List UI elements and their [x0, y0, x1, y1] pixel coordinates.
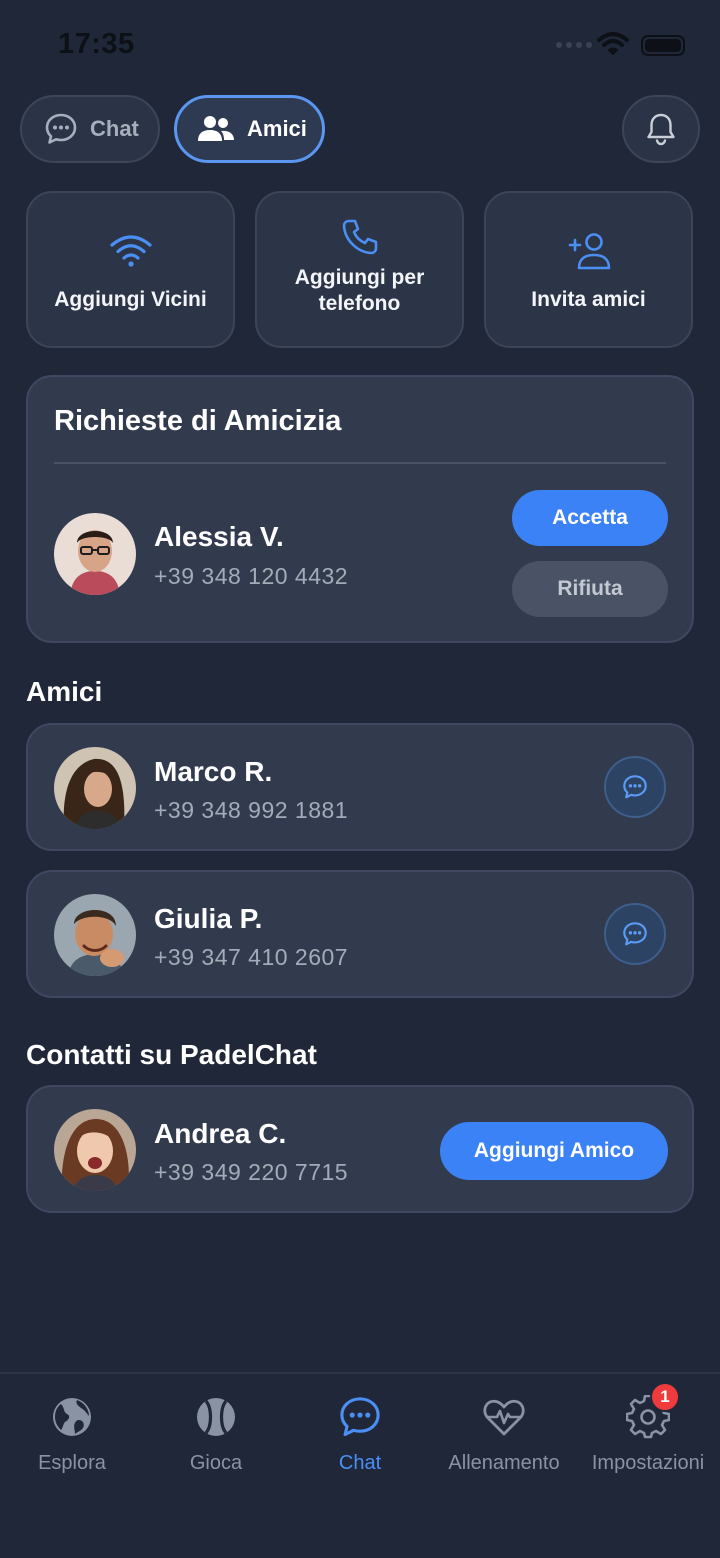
tab-chat[interactable]: Chat — [288, 1394, 432, 1475]
avatar — [54, 747, 136, 829]
globe-icon — [53, 1398, 91, 1436]
wifi-status-icon — [597, 32, 629, 55]
segment-chat-label: Chat — [90, 116, 139, 141]
add-by-phone-button[interactable]: Aggiungi per telefono — [255, 191, 464, 348]
friend-phone: +39 348 992 1881 — [154, 797, 349, 823]
battery-icon — [641, 35, 685, 56]
status-time: 17:35 — [58, 28, 135, 60]
tab-gioca[interactable]: Gioca — [144, 1394, 288, 1475]
segment-amici-button[interactable]: Amici — [174, 95, 325, 163]
add-nearby-button[interactable]: Aggiungi Vicini — [26, 191, 235, 348]
tab-esplora[interactable]: Esplora — [0, 1394, 144, 1475]
contact-phone: +39 349 220 7715 — [154, 1159, 349, 1185]
notification-badge: 1 — [650, 1382, 680, 1412]
contact-name: Andrea C. — [154, 1118, 287, 1149]
tab-esplora-label: Esplora — [38, 1452, 106, 1474]
tab-bar: Esplora Gioca Chat Allenamento 1 Imposta… — [0, 1372, 720, 1558]
tab-allenamento-label: Allenamento — [448, 1452, 560, 1474]
friend-requests-card: Richieste di Amicizia Alessia V. +39 348… — [26, 375, 694, 643]
contacts-section-title: Contatti su PadelChat — [26, 1039, 317, 1070]
segment-chat-button[interactable]: Chat — [20, 95, 160, 163]
chat-bubble-icon — [45, 113, 77, 144]
reject-button[interactable]: Rifiuta — [512, 561, 668, 617]
avatar — [54, 1109, 136, 1191]
message-friend-button[interactable] — [604, 756, 666, 818]
friend-row[interactable]: Giulia P. +39 347 410 2607 — [26, 870, 694, 998]
phone-icon — [342, 219, 377, 255]
divider — [54, 462, 666, 464]
friends-section-title: Amici — [26, 676, 103, 707]
tab-impostazioni-label: Impostazioni — [591, 1452, 705, 1474]
bell-icon — [647, 113, 675, 146]
request-name: Alessia V. — [154, 521, 284, 552]
add-user-icon — [568, 233, 610, 270]
friend-name: Giulia P. — [154, 903, 263, 934]
wifi-icon — [109, 235, 152, 267]
message-friend-button[interactable] — [604, 903, 666, 965]
chat-bubble-icon — [623, 922, 647, 946]
avatar — [54, 894, 136, 976]
signal-icon — [556, 42, 592, 48]
invite-friends-button[interactable]: Invita amici — [484, 191, 693, 348]
add-by-phone-label: Aggiungi per telefono — [294, 266, 425, 315]
tab-chat-label: Chat — [338, 1452, 382, 1474]
chat-bubble-icon — [623, 775, 647, 799]
add-friend-button[interactable]: Aggiungi Amico — [440, 1122, 668, 1180]
contact-row: Andrea C. +39 349 220 7715 Aggiungi Amic… — [26, 1085, 694, 1213]
status-bar: 17:35 — [0, 0, 720, 90]
tennis-ball-icon — [197, 1398, 235, 1436]
invite-friends-label: Invita amici — [531, 288, 646, 311]
friend-phone: +39 347 410 2607 — [154, 944, 349, 970]
segment-amici-label: Amici — [247, 116, 307, 141]
tab-allenamento[interactable]: Allenamento — [432, 1394, 576, 1475]
friend-requests-title: Richieste di Amicizia — [54, 405, 342, 437]
add-nearby-label: Aggiungi Vicini — [54, 288, 207, 311]
heart-pulse-icon — [483, 1399, 525, 1436]
avatar — [54, 513, 136, 595]
tab-gioca-label: Gioca — [189, 1452, 243, 1474]
request-phone: +39 348 120 4432 — [154, 563, 349, 589]
friend-row[interactable]: Marco R. +39 348 992 1881 — [26, 723, 694, 851]
tab-impostazioni[interactable]: 1 Impostazioni — [576, 1382, 720, 1475]
accept-button[interactable]: Accetta — [512, 490, 668, 546]
chat-bubble-icon — [340, 1397, 380, 1437]
friend-name: Marco R. — [154, 756, 273, 787]
notifications-button[interactable] — [622, 95, 700, 163]
friends-icon — [198, 116, 234, 141]
